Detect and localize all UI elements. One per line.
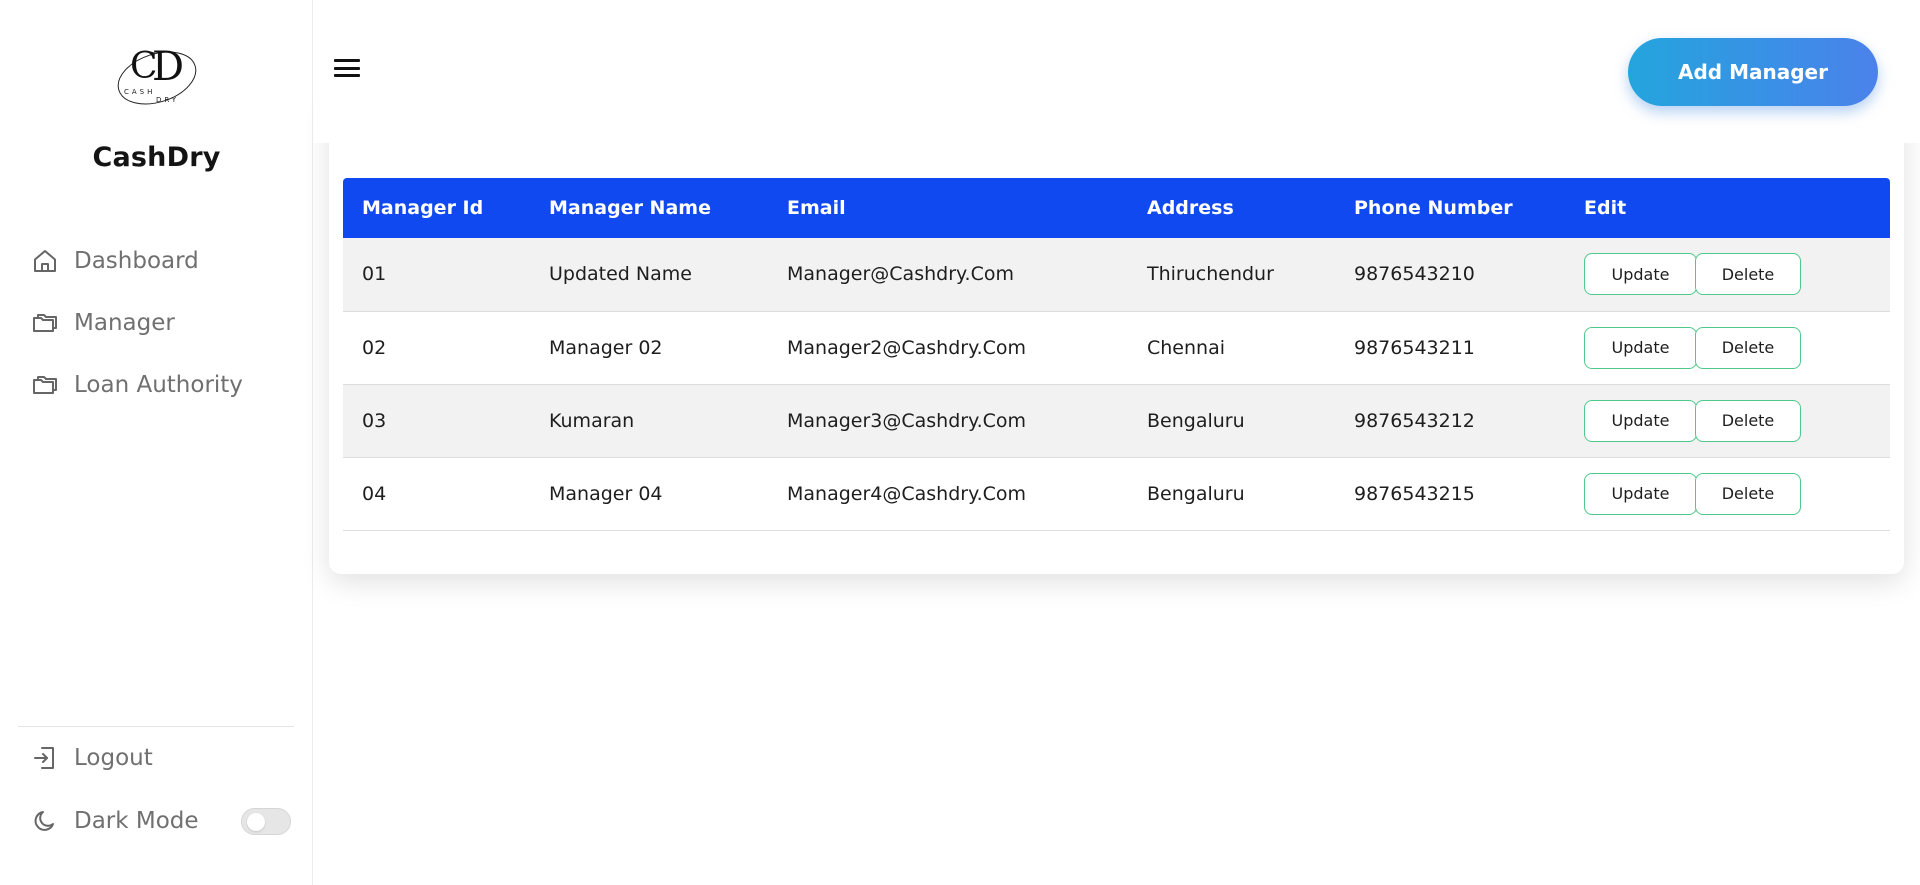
sidebar-item-label: Dashboard (74, 248, 199, 274)
sidebar-item-label: Manager (74, 310, 175, 336)
edit-cell: Update Delete (1565, 311, 1890, 384)
add-manager-button[interactable]: Add Manager (1628, 38, 1878, 106)
logout-icon (30, 743, 60, 773)
column-header: Phone Number (1354, 197, 1513, 219)
svg-text:D: D (152, 44, 184, 90)
manager-name-cell: Manager 04 (549, 482, 663, 505)
edit-cell: Update Delete (1565, 238, 1890, 311)
update-button[interactable]: Update (1584, 326, 1697, 369)
manager-id-cell: 01 (362, 263, 387, 286)
folders-icon (30, 308, 60, 338)
table-wrapper: Manager Id Manager Name Email Address Ph… (343, 178, 1890, 531)
home-icon (30, 246, 60, 276)
phone-cell: 9876543211 (1354, 336, 1475, 359)
top-header: Add Manager (313, 0, 1920, 143)
edit-cell: Update Delete (1565, 384, 1890, 457)
column-header: Address (1147, 197, 1234, 219)
email-cell: Manager3@Cashdry.Com (787, 409, 1027, 432)
manager-name-cell: Kumaran (549, 409, 635, 432)
svg-text:DRY: DRY (156, 96, 179, 104)
address-cell: Bengaluru (1147, 409, 1245, 432)
manager-id-cell: 04 (362, 482, 387, 505)
manager-name-cell: Updated Name (549, 263, 692, 286)
sidebar-item-dashboard[interactable]: Dashboard (30, 241, 199, 281)
sidebar: C D CASH DRY CashDry Dashboard Manager L… (0, 0, 313, 885)
column-header: Email (787, 197, 846, 219)
sidebar-item-label: Loan Authority (74, 372, 243, 398)
hamburger-icon[interactable] (332, 56, 362, 80)
manager-name-cell: Manager 02 (549, 336, 663, 359)
dark-mode-toggle[interactable] (241, 808, 291, 835)
phone-cell: 9876543210 (1354, 263, 1475, 286)
manager-table-card: Manager Id Manager Name Email Address Ph… (329, 100, 1904, 574)
logout-label: Logout (74, 745, 153, 771)
column-header: Manager Id (362, 197, 484, 219)
email-cell: Manager@Cashdry.Com (787, 263, 1014, 286)
update-button[interactable]: Update (1584, 472, 1697, 515)
toggle-knob (247, 813, 265, 831)
delete-button[interactable]: Delete (1695, 472, 1801, 515)
manager-id-cell: 03 (362, 409, 387, 432)
table-row: 03 Kumaran Manager3@Cashdry.Com Bengalur… (343, 384, 1890, 457)
svg-text:CASH: CASH (124, 88, 155, 96)
update-button[interactable]: Update (1584, 399, 1697, 442)
moon-icon (30, 806, 60, 836)
phone-cell: 9876543212 (1354, 409, 1475, 432)
delete-button[interactable]: Delete (1695, 326, 1801, 369)
dark-mode-label: Dark Mode (74, 808, 199, 834)
update-button[interactable]: Update (1584, 253, 1697, 296)
email-cell: Manager2@Cashdry.Com (787, 336, 1027, 359)
sidebar-divider (18, 726, 294, 727)
delete-button[interactable]: Delete (1695, 253, 1801, 296)
table-header-row: Manager Id Manager Name Email Address Ph… (343, 178, 1890, 238)
cashdry-logo: C D CASH DRY (117, 44, 197, 105)
delete-button[interactable]: Delete (1695, 399, 1801, 442)
manager-table: Manager Id Manager Name Email Address Ph… (343, 178, 1890, 531)
column-header: Manager Name (549, 197, 711, 219)
app: C D CASH DRY CashDry Dashboard Manager L… (0, 0, 1920, 885)
edit-cell: Update Delete (1565, 457, 1890, 530)
folders-icon (30, 370, 60, 400)
table-row: 02 Manager 02 Manager2@Cashdry.Com Chenn… (343, 311, 1890, 384)
address-cell: Thiruchendur (1147, 263, 1274, 286)
logout-button[interactable]: Logout (30, 738, 153, 778)
address-cell: Chennai (1147, 336, 1226, 359)
table-row: 01 Updated Name Manager@Cashdry.Com Thir… (343, 238, 1890, 311)
sidebar-item-manager[interactable]: Manager (30, 303, 175, 343)
dark-mode-row: Dark Mode (30, 801, 199, 841)
phone-cell: 9876543215 (1354, 482, 1475, 505)
address-cell: Bengaluru (1147, 482, 1245, 505)
column-header: Edit (1584, 197, 1627, 219)
sidebar-item-loan-authority[interactable]: Loan Authority (30, 365, 243, 405)
table-row: 04 Manager 04 Manager4@Cashdry.Com Benga… (343, 457, 1890, 530)
manager-id-cell: 02 (362, 336, 387, 359)
brand-name: CashDry (92, 142, 221, 173)
email-cell: Manager4@Cashdry.Com (787, 482, 1027, 505)
